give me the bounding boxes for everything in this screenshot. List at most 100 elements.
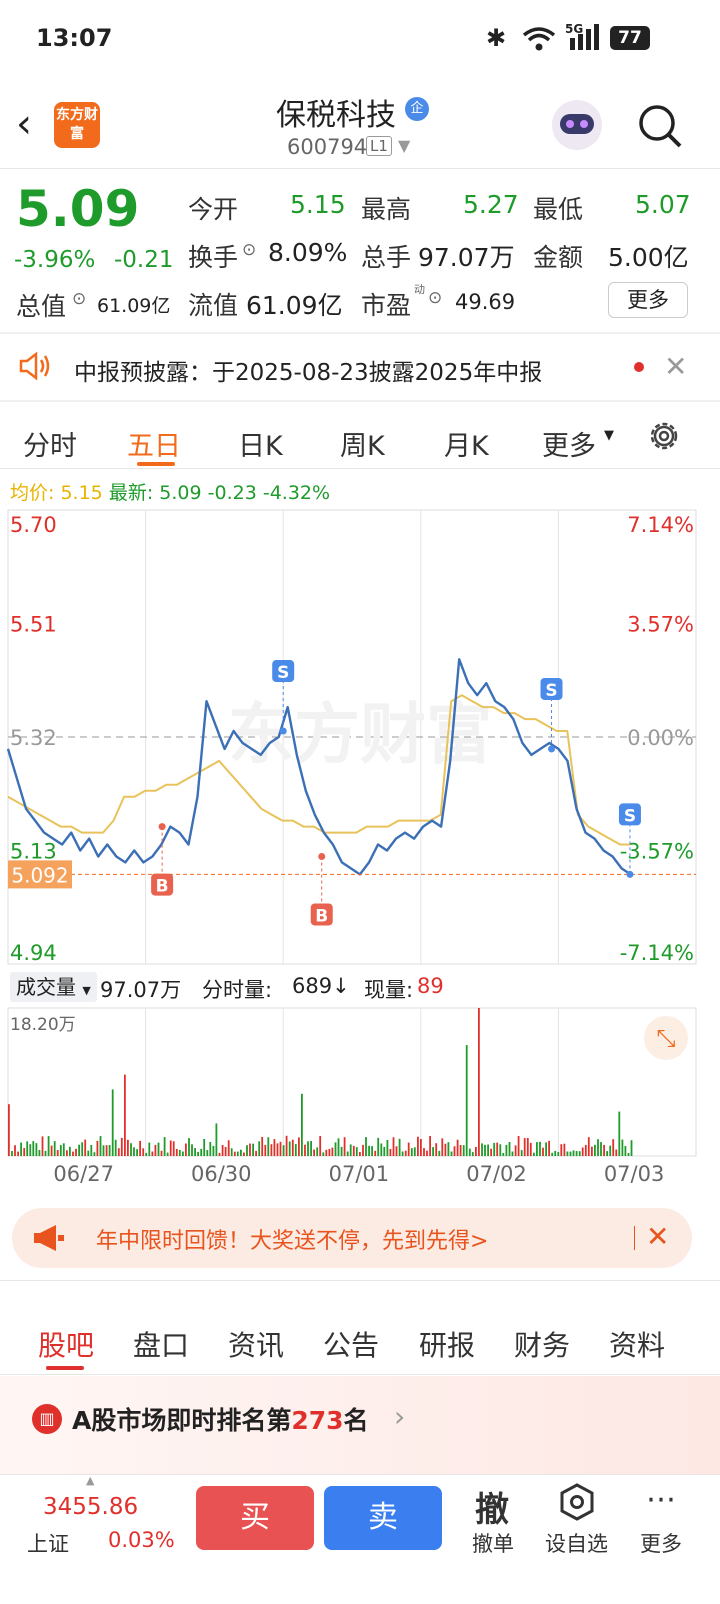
tab-finance[interactable]: 财务 [514,1324,570,1364]
volume-bar [93,1152,96,1156]
tab-profile[interactable]: 资料 [609,1324,665,1364]
tab-research[interactable]: 研报 [419,1324,475,1364]
y-tick-right: 3.57% [627,613,694,637]
tab-weekly-k[interactable]: 周K [340,424,385,463]
y-tick-right: 0.00% [627,726,694,750]
cancel-order-label[interactable]: 撤单 [472,1528,514,1558]
volume-bar [539,1141,541,1156]
footer-more-label[interactable]: 更多 [640,1528,682,1558]
index-pct[interactable]: 0.03% [108,1528,175,1552]
trade-marker-label: S [545,681,557,701]
notice-text[interactable]: 中报预披露：于2025-08-23披露2025年中报 [74,353,542,387]
info-icon[interactable]: ⊙ [72,289,86,309]
logo-text: 东方财富 [56,107,98,142]
high-label: 最高 [361,195,412,224]
volume-bar [334,1142,337,1156]
volume-bar [371,1146,373,1156]
sell-button[interactable]: 卖 [324,1486,442,1550]
volume-bar [160,1150,163,1156]
trade-marker-label: B [315,906,328,926]
high-value: 5.27 [463,190,519,219]
volume-selector[interactable]: 成交量 ▼ [10,972,97,1002]
add-watchlist-icon[interactable] [558,1482,596,1522]
tab-daily-k[interactable]: 日K [238,424,283,463]
index-name[interactable]: 上证 [27,1528,69,1558]
promo-banner[interactable]: 年中限时回馈！大奖送不停，先到先得> ✕ [12,1208,692,1268]
volume-frame [7,1007,697,1157]
search-icon[interactable] [636,102,684,150]
volume-bar [175,1149,178,1156]
index-value[interactable]: 3455.86 [43,1494,138,1520]
tab-guba[interactable]: 股吧 [38,1324,94,1364]
tab-monthly-k[interactable]: 月K [444,424,489,463]
tab-more[interactable]: 更多 [542,424,596,463]
tab-news[interactable]: 资讯 [228,1324,284,1364]
volume-chart[interactable] [0,1006,720,1162]
volume-bar [569,1151,572,1156]
volume-bar [337,1138,340,1156]
ranking-card[interactable]: ▥ A股市场即时排名第273名 › [0,1376,720,1474]
volume-bar [447,1142,450,1156]
more-dots-icon[interactable]: ⋯ [646,1482,678,1517]
cancel-order-glyph[interactable]: 撤 [475,1482,509,1531]
volume-bar [349,1144,352,1156]
ranking-text: A股市场即时排名第273名 [72,1401,369,1437]
y-tick-left: 5.70 [10,513,57,537]
gear-icon[interactable] [646,418,682,454]
volume-bar [188,1138,190,1156]
robot-assistant-icon[interactable] [552,100,602,150]
wifi-icon [522,27,556,51]
volume-bar [111,1089,114,1156]
ranking-number: 273 [291,1406,344,1435]
tab-pankou[interactable]: 盘口 [133,1324,189,1364]
info-icon[interactable]: ⊙ [242,240,256,260]
info-icon[interactable]: ⊙ [428,288,442,308]
volume-bar [285,1135,288,1156]
volume-bar [240,1149,242,1156]
volume-bar [298,1137,300,1156]
badge-text: 企 [410,101,424,116]
tab-intraday[interactable]: 分时 [23,424,77,463]
volume-bar [200,1148,203,1156]
volume-bar [523,1138,526,1156]
expand-icon[interactable]: ⤡ [644,1016,688,1060]
volume-bar [105,1145,108,1156]
tab-announcements[interactable]: 公告 [323,1324,379,1364]
volume-bar [148,1142,151,1156]
volume-bar [377,1137,380,1156]
volume-bar [597,1139,599,1156]
volume-bar [563,1143,566,1156]
price-chart[interactable]: 东方财富5.705.515.325.134.947.14%3.57%0.00%-… [0,506,720,970]
volume-bar [136,1149,138,1156]
volume-bar [630,1140,633,1156]
close-icon[interactable]: ✕ [664,350,687,383]
volume-bar [462,1145,465,1156]
volume-total: 97.07万 [100,978,182,1002]
buy-button[interactable]: 买 [196,1486,314,1550]
y-tick-left: 5.13 [10,840,57,864]
volume-bar [493,1142,496,1156]
volume-bar [11,1151,13,1156]
volume-bar [154,1144,157,1156]
stock-name[interactable]: 保税科技 [276,90,396,134]
volume-bar [252,1143,254,1156]
tab-five-day[interactable]: 五日 [127,424,181,463]
close-icon[interactable]: ✕ [646,1220,669,1253]
volume-bar [133,1147,135,1156]
volume-bar [151,1151,154,1156]
volume-bar [227,1140,230,1156]
now-volume-label: 现量: [364,978,414,1002]
y-tick-left: 5.32 [10,726,57,750]
app-logo[interactable]: 东方财富 [54,102,100,148]
level-badge[interactable]: L1 [366,136,392,156]
back-icon[interactable]: ‹ [16,104,32,144]
volume-bar [215,1123,218,1156]
volume-bar [484,1144,486,1156]
more-button[interactable]: 更多 [608,282,688,318]
add-watchlist-label[interactable]: 设自选 [545,1528,608,1558]
chevron-down-icon[interactable]: ▼ [398,136,410,155]
volume-bar [301,1093,303,1156]
volume-bar [273,1139,276,1156]
last-price: 5.09 [16,180,140,238]
volume-bar [258,1141,261,1156]
